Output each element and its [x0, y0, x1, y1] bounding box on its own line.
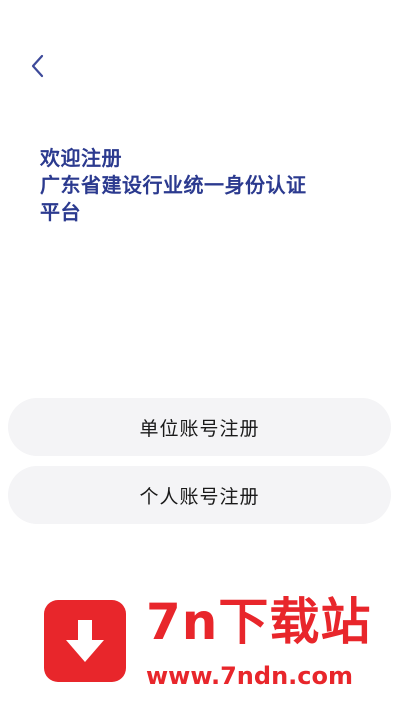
title-line-welcome: 欢迎注册 — [40, 146, 122, 170]
download-icon — [44, 600, 126, 682]
page-title: 欢迎注册 广东省建设行业统一身份认证 平台 — [40, 145, 370, 226]
title-line-platform-end: 平台 — [40, 200, 81, 224]
chevron-left-icon — [28, 52, 48, 80]
personal-account-register-label: 个人账号注册 — [139, 485, 260, 508]
title-line-platform: 广东省建设行业统一身份认证 — [40, 173, 307, 197]
unit-account-register-button[interactable]: 单位账号注册 — [8, 398, 391, 456]
watermark-banner: 7n下载站 www.7ndn.com — [14, 570, 390, 696]
watermark-url: www.7ndn.com — [146, 662, 353, 690]
back-button[interactable] — [20, 48, 56, 84]
unit-account-register-label: 单位账号注册 — [139, 417, 260, 440]
watermark-title: 7n下载站 — [146, 593, 372, 651]
personal-account-register-button[interactable]: 个人账号注册 — [8, 466, 391, 524]
